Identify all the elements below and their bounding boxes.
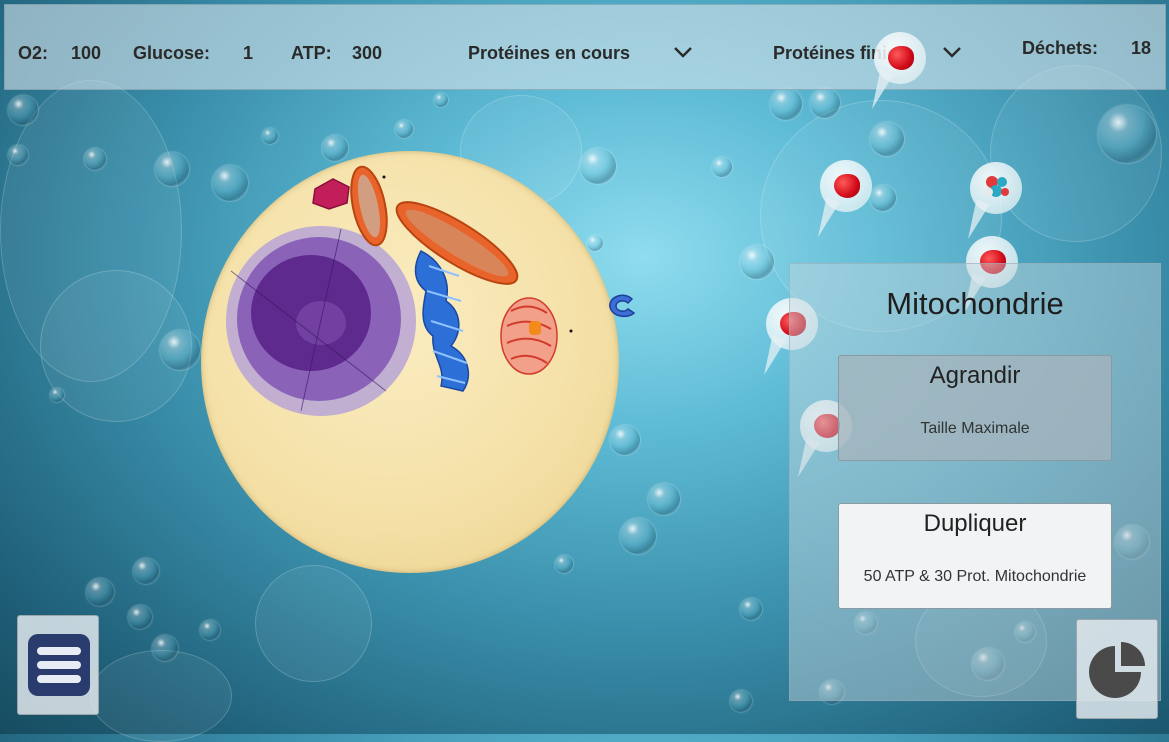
proteins-finished-dropdown[interactable]: Protéines finies: [770, 35, 970, 75]
enlarge-note: Taille Maximale: [920, 420, 1030, 437]
duplicate-button[interactable]: Dupliquer 50 ATP & 30 Prot. Mitochondrie: [838, 503, 1112, 609]
glucose-label: Glucose:: [133, 43, 211, 63]
bubble: [155, 152, 189, 186]
lysosome[interactable]: [312, 178, 350, 210]
o2-value: 100: [71, 43, 102, 63]
molecule-marker[interactable]: [961, 162, 1022, 242]
proteins-in-progress-dropdown[interactable]: Protéines en cours: [465, 35, 705, 75]
bubble: [86, 578, 114, 606]
waste-value: 18: [1131, 38, 1152, 58]
chevron-down-icon: [674, 47, 692, 58]
bubble: [160, 330, 200, 370]
bubble: [712, 157, 732, 177]
bubble: [8, 145, 28, 165]
protein-blob: [888, 46, 914, 70]
pie-chart-icon: [1089, 642, 1145, 698]
glucose-value: 1: [243, 43, 254, 63]
bubble: [262, 128, 278, 144]
bubble: [133, 558, 159, 584]
duplicate-label: Dupliquer: [923, 510, 1027, 537]
statistics-button[interactable]: [1076, 619, 1158, 719]
bubble: [810, 88, 840, 118]
enlarge-label: Agrandir: [929, 362, 1021, 389]
bubble: [128, 605, 152, 629]
menu-icon: [28, 634, 90, 696]
endoplasmic-reticulum[interactable]: [414, 250, 470, 392]
bubble: [870, 122, 904, 156]
protein-marker[interactable]: [865, 32, 926, 112]
panel-title: Mitochondrie: [886, 286, 1064, 321]
bubble: [152, 635, 178, 661]
bubble: [50, 388, 64, 402]
bubble: [434, 93, 448, 107]
dropdown-label: Protéines en cours: [468, 43, 631, 63]
o2-label: O2:: [18, 43, 49, 63]
resource-bar: O2: 100 Glucose: 1 ATP: 300 Protéines en…: [4, 4, 1166, 90]
protein-marker[interactable]: [811, 160, 872, 240]
golgi-apparatus[interactable]: [500, 297, 558, 375]
bubble: [740, 598, 762, 620]
duplicate-cost: 50 ATP & 30 Prot. Mitochondrie: [863, 568, 1087, 585]
chevron-down-icon: [943, 47, 961, 58]
bubble: [870, 185, 896, 211]
bubble: [730, 690, 752, 712]
menu-button[interactable]: [17, 615, 99, 715]
bubble: [395, 120, 413, 138]
background-bubble: [255, 565, 372, 682]
bubble: [8, 95, 38, 125]
cell-organelles: [226, 165, 573, 416]
enlarge-button[interactable]: Agrandir Taille Maximale: [838, 355, 1112, 461]
waste-label: Déchets:: [1022, 38, 1099, 58]
marker-tail: [757, 335, 786, 378]
protein-fragment-icon[interactable]: [604, 293, 638, 321]
atp-label: ATP:: [291, 43, 332, 63]
background-bubble: [90, 650, 232, 742]
nucleus[interactable]: [226, 226, 416, 416]
bubble: [1098, 105, 1156, 163]
protein-blob: [834, 174, 860, 198]
bubble: [740, 245, 774, 279]
molecule-icon: [985, 176, 1009, 197]
bubble: [84, 148, 106, 170]
mitochondrion[interactable]: [387, 189, 527, 297]
bubble: [648, 483, 680, 515]
atp-value: 300: [352, 43, 383, 63]
bubble: [200, 620, 220, 640]
bubble: [770, 88, 802, 120]
